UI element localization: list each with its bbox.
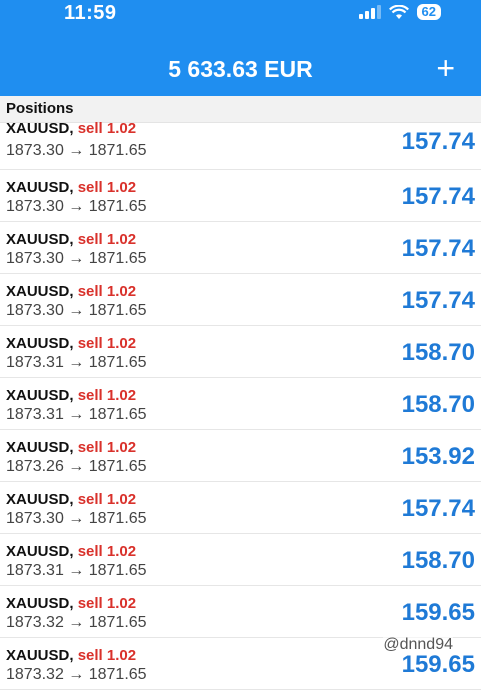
- position-row[interactable]: XAUUSD, sell 1.02 1873.26 → 1871.65 153.92: [0, 430, 481, 482]
- wifi-icon: [388, 4, 409, 19]
- status-icons: 62: [358, 4, 441, 20]
- position-symbol: XAUUSD,: [6, 179, 74, 196]
- position-title: XAUUSD, sell 1.02: [6, 387, 136, 404]
- position-symbol: XAUUSD,: [6, 647, 74, 664]
- position-symbol: XAUUSD,: [6, 595, 74, 612]
- position-profit: 158.70: [401, 547, 475, 574]
- position-side: sell 1.02: [77, 595, 137, 612]
- position-title: XAUUSD, sell 1.02: [6, 647, 136, 664]
- position-row[interactable]: XAUUSD, sell 1.02 1873.30 → 1871.65 157.74: [0, 170, 481, 222]
- position-prices: 1873.31 → 1871.65: [6, 354, 147, 371]
- top-bar: 11:59 62 5 633.63 EUR +: [0, 0, 481, 96]
- position-symbol: XAUUSD,: [6, 283, 74, 300]
- positions-list: XAUUSD, sell 1.02 1873.30 → 1871.65 157.74…: [0, 118, 481, 690]
- position-side: sell 1.02: [77, 387, 137, 404]
- position-prices: 1873.30 → 1871.65: [6, 510, 147, 527]
- status-time: 11:59: [64, 2, 117, 24]
- position-profit: 159.65: [401, 651, 475, 678]
- position-prices: 1873.32 → 1871.65: [6, 614, 147, 631]
- position-side: sell 1.02: [77, 439, 137, 456]
- position-profit: 157.74: [401, 287, 475, 314]
- battery-indicator: 62: [416, 4, 441, 20]
- position-prices: 1873.26 → 1871.65: [6, 458, 147, 475]
- position-row[interactable]: XAUUSD, sell 1.02 1873.30 → 1871.65 157.74: [0, 222, 481, 274]
- position-profit: 159.65: [401, 599, 475, 626]
- position-side: sell 1.02: [77, 543, 137, 560]
- position-title: XAUUSD, sell 1.02: [6, 231, 136, 248]
- position-prices: 1873.30 → 1871.65: [6, 250, 147, 267]
- position-prices: 1873.31 → 1871.65: [6, 406, 147, 423]
- position-row[interactable]: XAUUSD, sell 1.02 1873.30 → 1871.65 157.74: [0, 118, 481, 170]
- position-row[interactable]: XAUUSD, sell 1.02 1873.31 → 1871.65 158.70: [0, 326, 481, 378]
- position-title: XAUUSD, sell 1.02: [6, 439, 136, 456]
- position-prices: 1873.30 → 1871.65: [6, 142, 147, 159]
- position-side: sell 1.02: [77, 179, 137, 196]
- position-title: XAUUSD, sell 1.02: [6, 335, 136, 352]
- position-row[interactable]: XAUUSD, sell 1.02 1873.31 → 1871.65 158.70: [0, 378, 481, 430]
- position-profit: 157.74: [401, 495, 475, 522]
- position-side: sell 1.02: [77, 335, 137, 352]
- section-title: Positions: [6, 100, 74, 117]
- position-title: XAUUSD, sell 1.02: [6, 595, 136, 612]
- position-side: sell 1.02: [77, 231, 137, 248]
- position-symbol: XAUUSD,: [6, 120, 74, 137]
- position-symbol: XAUUSD,: [6, 387, 74, 404]
- position-prices: 1873.31 → 1871.65: [6, 562, 147, 579]
- position-side: sell 1.02: [77, 120, 137, 137]
- position-profit: 157.74: [401, 183, 475, 210]
- add-position-button[interactable]: +: [436, 52, 455, 84]
- position-profit: 157.74: [401, 128, 475, 155]
- account-balance: 5 633.63 EUR: [168, 56, 313, 82]
- position-profit: 153.92: [401, 443, 475, 470]
- signal-icon: [358, 5, 381, 19]
- position-profit: 157.74: [401, 235, 475, 262]
- position-symbol: XAUUSD,: [6, 439, 74, 456]
- position-symbol: XAUUSD,: [6, 543, 74, 560]
- position-prices: 1873.30 → 1871.65: [6, 198, 147, 215]
- position-row[interactable]: XAUUSD, sell 1.02 1873.31 → 1871.65 158.70: [0, 534, 481, 586]
- position-title: XAUUSD, sell 1.02: [6, 179, 136, 196]
- position-title: XAUUSD, sell 1.02: [6, 543, 136, 560]
- position-profit: 158.70: [401, 339, 475, 366]
- position-side: sell 1.02: [77, 647, 137, 664]
- position-title: XAUUSD, sell 1.02: [6, 491, 136, 508]
- position-row[interactable]: XAUUSD, sell 1.02 1873.30 → 1871.65 157.74: [0, 274, 481, 326]
- position-symbol: XAUUSD,: [6, 231, 74, 248]
- position-prices: 1873.32 → 1871.65: [6, 666, 147, 683]
- position-title: XAUUSD, sell 1.02: [6, 120, 136, 137]
- position-side: sell 1.02: [77, 491, 137, 508]
- position-profit: 158.70: [401, 391, 475, 418]
- watermark: @dnnd94: [383, 636, 453, 654]
- position-symbol: XAUUSD,: [6, 335, 74, 352]
- position-row[interactable]: XAUUSD, sell 1.02 1873.30 → 1871.65 157.74: [0, 482, 481, 534]
- position-title: XAUUSD, sell 1.02: [6, 283, 136, 300]
- position-symbol: XAUUSD,: [6, 491, 74, 508]
- position-row[interactable]: XAUUSD, sell 1.02 1873.32 → 1871.65 159.65: [0, 586, 481, 638]
- position-side: sell 1.02: [77, 283, 137, 300]
- position-prices: 1873.30 → 1871.65: [6, 302, 147, 319]
